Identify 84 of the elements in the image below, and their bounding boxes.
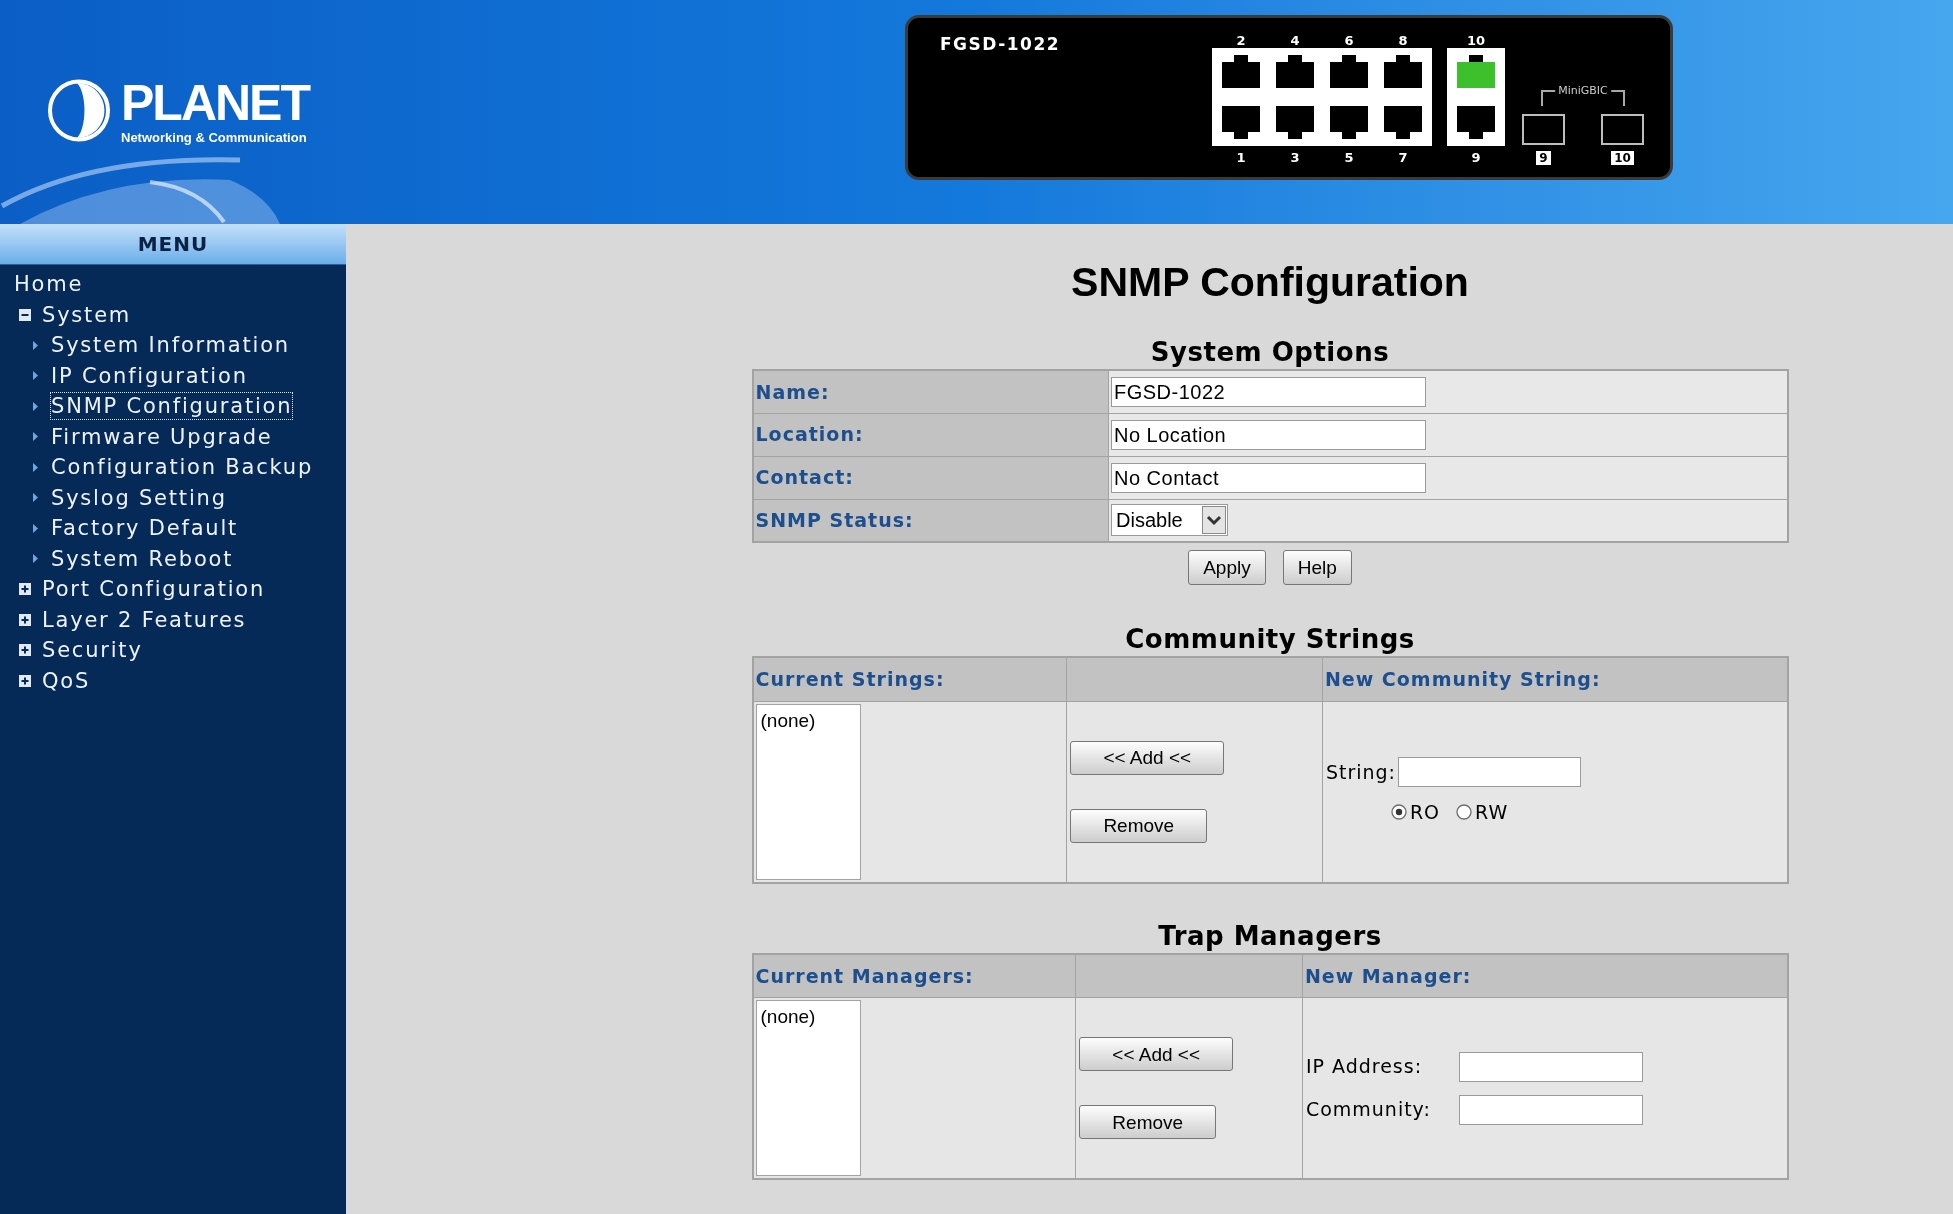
port-number: 9	[1536, 151, 1551, 165]
triangle-bullet-icon	[33, 554, 38, 564]
menu-title: MENU	[0, 224, 346, 265]
triangle-bullet-icon	[33, 432, 38, 442]
page-title: SNMP Configuration	[1071, 258, 1469, 306]
sfp-slot-icon	[1522, 114, 1565, 145]
menu-item[interactable]: Syslog Setting	[51, 484, 227, 511]
triangle-bullet-icon	[33, 523, 38, 533]
column-header: New Community String:	[1322, 657, 1788, 701]
triangle-bullet-icon	[33, 371, 38, 381]
field-label: String:	[1325, 759, 1396, 785]
list-item[interactable]: (none)	[760, 1005, 816, 1029]
add-button[interactable]: << Add <<	[1079, 1037, 1234, 1071]
column-header: Current Strings:	[752, 657, 1067, 701]
list-item[interactable]: (none)	[760, 708, 816, 733]
remove-button[interactable]: Remove	[1070, 808, 1208, 843]
plus-box-icon[interactable]	[19, 644, 31, 657]
section-heading: Trap Managers	[1158, 920, 1382, 951]
port-number: 6	[1344, 33, 1354, 48]
column-header: New Manager:	[1302, 953, 1788, 998]
menu-item[interactable]: Firmware Upgrade	[51, 423, 273, 450]
field-label: IP Address:	[1305, 1054, 1424, 1080]
model-label: FGSD-1022	[940, 34, 1062, 54]
radio-button[interactable]	[1456, 804, 1473, 820]
sfp-slot-icon	[1601, 114, 1644, 145]
menu-item[interactable]: Factory Default	[51, 515, 239, 542]
menu-item[interactable]: Port Configuration	[42, 576, 266, 603]
text-field[interactable]	[1458, 1051, 1643, 1082]
status-select[interactable]: Disable	[1111, 504, 1228, 537]
triangle-bullet-icon	[33, 401, 38, 411]
port-number: 1	[1236, 150, 1246, 165]
text-field[interactable]: FGSD-1022	[1111, 376, 1426, 407]
port-number: 2	[1236, 33, 1246, 48]
field-label: Contact:	[752, 456, 1109, 499]
apply-button[interactable]: Apply	[1188, 550, 1266, 585]
menu-item[interactable]: IP Configuration	[51, 362, 248, 389]
plus-box-icon[interactable]	[19, 613, 31, 626]
port-number: 5	[1344, 150, 1354, 165]
port-number: 4	[1290, 33, 1300, 48]
listbox[interactable]: (none)	[755, 1000, 861, 1176]
remove-button[interactable]: Remove	[1079, 1105, 1217, 1139]
triangle-bullet-icon	[33, 493, 38, 503]
port-number: 10	[1611, 151, 1634, 165]
minigbic-label: MiniGBIC	[1555, 84, 1611, 97]
plus-box-icon[interactable]	[19, 583, 31, 596]
port-number: 9	[1471, 150, 1481, 165]
field-label: Name:	[752, 370, 1109, 413]
menu-item[interactable]: Layer 2 Features	[42, 606, 247, 633]
text-field[interactable]: No Location	[1111, 419, 1426, 450]
triangle-bullet-icon	[33, 462, 38, 472]
menu-item[interactable]: System Reboot	[51, 545, 234, 572]
section-heading: Community Strings	[1125, 624, 1415, 654]
minus-box-icon[interactable]	[19, 308, 31, 321]
radio-button[interactable]	[1390, 804, 1407, 820]
field-label: SNMP Status:	[752, 499, 1109, 542]
help-button[interactable]: Help	[1282, 550, 1352, 585]
menu-item[interactable]: Home	[14, 271, 84, 298]
chevron-down-icon	[1202, 506, 1226, 535]
radio-label[interactable]: RW	[1475, 797, 1509, 827]
port-number: 3	[1290, 150, 1300, 165]
port-number: 10	[1466, 33, 1486, 48]
logo-text: PLANET	[121, 78, 309, 128]
menu-item[interactable]: Security	[42, 637, 143, 664]
logo-tagline: Networking & Communication	[121, 131, 307, 145]
add-button[interactable]: << Add <<	[1070, 740, 1225, 775]
menu-item[interactable]: System Information	[51, 332, 290, 359]
radio-label[interactable]: RO	[1409, 797, 1441, 827]
port-number: 7	[1398, 150, 1408, 165]
port-number: 8	[1398, 33, 1408, 48]
plus-box-icon[interactable]	[19, 674, 31, 687]
listbox[interactable]: (none)	[755, 703, 861, 880]
string-field[interactable]	[1398, 756, 1581, 787]
field-label: Location:	[752, 413, 1109, 456]
menu-item[interactable]: System	[42, 301, 132, 328]
menu-item[interactable]: Configuration Backup	[51, 454, 314, 481]
triangle-bullet-icon	[33, 340, 38, 350]
field-label: Community:	[1305, 1097, 1432, 1123]
column-header: Current Managers:	[752, 953, 1076, 998]
menu-item[interactable]: QoS	[42, 667, 91, 694]
section-heading: System Options	[1150, 337, 1390, 367]
text-field[interactable]: No Contact	[1111, 462, 1426, 493]
text-field[interactable]	[1458, 1094, 1643, 1125]
crescent-circle-icon	[47, 78, 111, 143]
menu-item[interactable]: SNMP Configuration	[51, 393, 293, 420]
